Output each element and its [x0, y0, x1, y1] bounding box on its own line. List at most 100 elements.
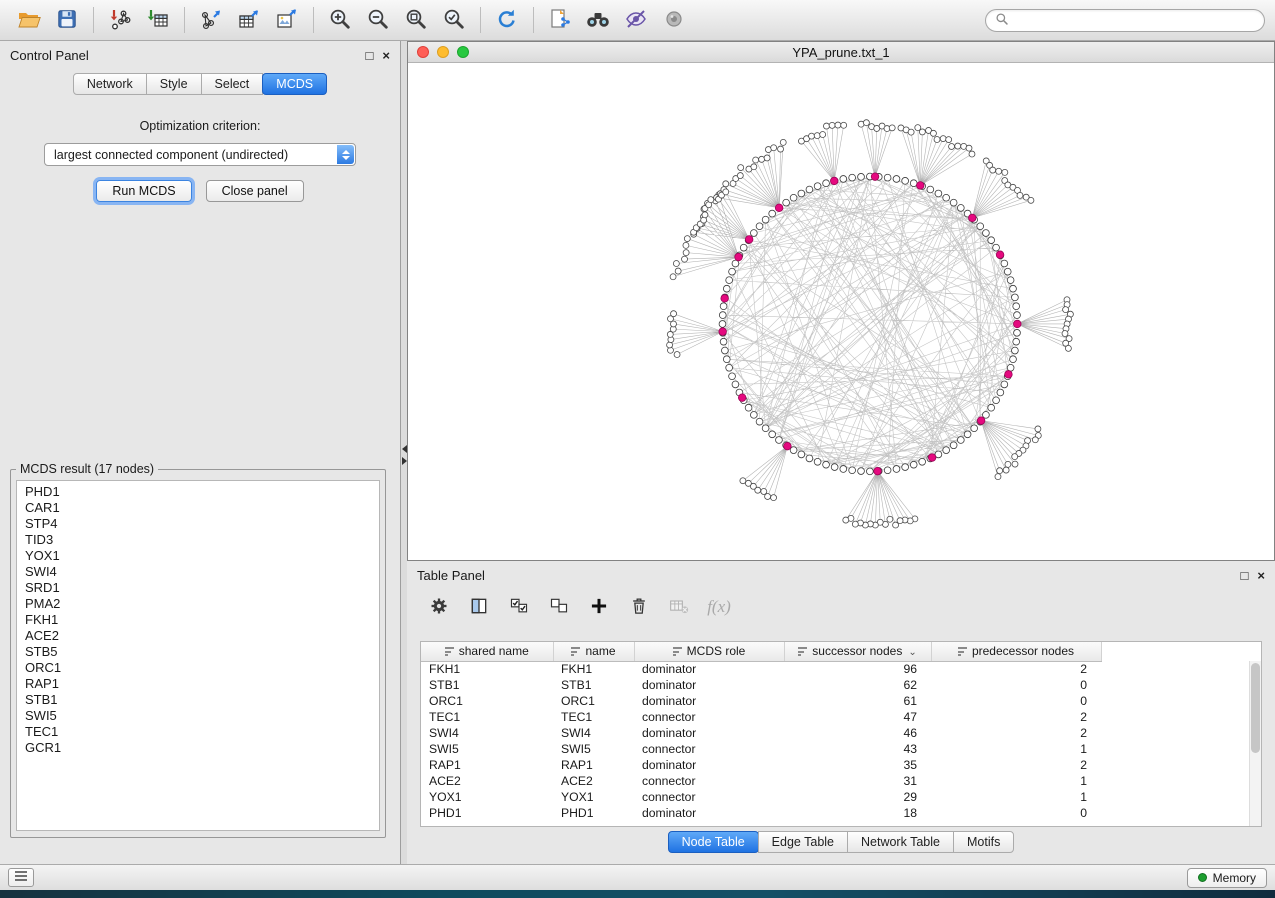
collapse-left-icon[interactable]	[402, 445, 407, 453]
collapse-right-icon[interactable]	[402, 457, 407, 465]
tab-select[interactable]: Select	[201, 73, 264, 95]
save-session-button[interactable]	[48, 4, 86, 36]
col-header-MCDS-role[interactable]: MCDS role	[634, 642, 784, 661]
table-row[interactable]: ACE2ACE2connector311	[421, 773, 1101, 789]
import-table-file-button[interactable]	[139, 4, 177, 36]
mcds-result-item[interactable]: STB5	[25, 644, 379, 660]
mcds-result-item[interactable]: SWI5	[25, 708, 379, 724]
table-cell: dominator	[634, 757, 784, 773]
mcds-result-list-box[interactable]: PHD1CAR1STP4TID3YOX1SWI4SRD1PMA2FKH1ACE2…	[16, 480, 380, 831]
search-network-button[interactable]	[579, 4, 617, 36]
col-header-shared-name[interactable]: shared name	[421, 642, 553, 661]
share-document-button[interactable]	[541, 4, 579, 36]
table-cell: 0	[931, 805, 1101, 821]
delete-column-button[interactable]	[623, 593, 655, 621]
main-toolbar	[0, 0, 1275, 41]
task-history-button[interactable]	[8, 868, 34, 887]
table-cell: dominator	[634, 805, 784, 821]
table-tab-network-table[interactable]: Network Table	[847, 831, 954, 853]
mcds-result-item[interactable]: ACE2	[25, 628, 379, 644]
tab-style[interactable]: Style	[146, 73, 202, 95]
zoom-selected-button[interactable]	[435, 4, 473, 36]
delete-table-button-disabled[interactable]	[663, 593, 695, 621]
zoom-in-button[interactable]	[321, 4, 359, 36]
close-table-panel-icon[interactable]: ×	[1257, 569, 1265, 582]
criterion-select[interactable]: largest connected component (undirected)	[44, 143, 356, 166]
mcds-result-item[interactable]: FKH1	[25, 612, 379, 628]
function-builder-button[interactable]: f(x)	[703, 593, 735, 621]
minimize-window-icon[interactable]	[437, 46, 449, 58]
table-row[interactable]: PHD1PHD1dominator180	[421, 805, 1101, 821]
table-cell: dominator	[634, 661, 784, 677]
zoom-out-icon	[366, 7, 390, 34]
select-stepper-icon[interactable]	[337, 145, 354, 164]
column-label: name	[585, 644, 615, 658]
close-panel-button[interactable]: Close panel	[206, 180, 304, 202]
search-box[interactable]	[985, 9, 1265, 32]
table-row[interactable]: SWI5SWI5connector431	[421, 741, 1101, 757]
network-window-titlebar[interactable]: YPA_prune.txt_1	[408, 42, 1274, 63]
close-panel-icon[interactable]: ×	[382, 49, 390, 62]
mcds-result-item[interactable]: SWI4	[25, 564, 379, 580]
table-settings-button[interactable]	[423, 593, 455, 621]
table-row[interactable]: FKH1FKH1dominator962	[421, 661, 1101, 677]
close-window-icon[interactable]	[417, 46, 429, 58]
new-table-button[interactable]	[230, 4, 268, 36]
show-all-button[interactable]	[655, 4, 693, 36]
mcds-result-item[interactable]: PMA2	[25, 596, 379, 612]
table-cell: ACE2	[421, 773, 553, 789]
zoom-out-button[interactable]	[359, 4, 397, 36]
mcds-result-item[interactable]: TEC1	[25, 724, 379, 740]
float-panel-icon[interactable]: □	[366, 49, 374, 62]
table-tab-edge-table[interactable]: Edge Table	[758, 831, 848, 853]
table-row[interactable]: YOX1YOX1connector291	[421, 789, 1101, 805]
mcds-result-item[interactable]: TID3	[25, 532, 379, 548]
table-cell: 2	[931, 709, 1101, 725]
col-header-name[interactable]: name	[553, 642, 634, 661]
table-row[interactable]: STB1STB1dominator620	[421, 677, 1101, 693]
node-table-container: shared name name MCDS rolesuccessor nodes⌄…	[420, 641, 1262, 827]
float-table-panel-icon[interactable]: □	[1241, 569, 1249, 582]
import-network-file-button[interactable]	[101, 4, 139, 36]
run-mcds-button[interactable]: Run MCDS	[96, 180, 191, 202]
table-tab-node-table[interactable]: Node Table	[668, 831, 759, 853]
table-cell: STB1	[553, 677, 634, 693]
mcds-result-item[interactable]: STP4	[25, 516, 379, 532]
zoom-fit-button[interactable]	[397, 4, 435, 36]
show-columns-button[interactable]	[463, 593, 495, 621]
mcds-result-item[interactable]: GCR1	[25, 740, 379, 756]
mcds-result-item[interactable]: STB1	[25, 692, 379, 708]
hide-selected-button[interactable]	[617, 4, 655, 36]
col-header-successor-nodes[interactable]: successor nodes⌄	[784, 642, 931, 661]
select-all-rows-button[interactable]	[503, 593, 535, 621]
refresh-button[interactable]	[488, 4, 526, 36]
table-row[interactable]: ORC1ORC1dominator610	[421, 693, 1101, 709]
table-tab-motifs[interactable]: Motifs	[953, 831, 1014, 853]
export-image-button[interactable]	[268, 4, 306, 36]
create-column-button[interactable]	[583, 593, 615, 621]
col-header-predecessor-nodes[interactable]: predecessor nodes	[931, 642, 1101, 661]
table-row[interactable]: RAP1RAP1dominator352	[421, 757, 1101, 773]
desktop-background-strip	[0, 890, 1275, 898]
maximize-window-icon[interactable]	[457, 46, 469, 58]
scrollbar-thumb[interactable]	[1251, 663, 1260, 753]
mcds-result-item[interactable]: CAR1	[25, 500, 379, 516]
new-network-button[interactable]	[192, 4, 230, 36]
search-input[interactable]	[1015, 12, 1255, 28]
deselect-all-rows-button[interactable]	[543, 593, 575, 621]
mcds-result-item[interactable]: SRD1	[25, 580, 379, 596]
table-row[interactable]: TEC1TEC1connector472	[421, 709, 1101, 725]
table-vertical-scrollbar[interactable]	[1249, 661, 1261, 826]
toolbar-separator	[533, 7, 534, 33]
tab-network[interactable]: Network	[73, 73, 147, 95]
mcds-result-item[interactable]: YOX1	[25, 548, 379, 564]
mcds-result-item[interactable]: RAP1	[25, 676, 379, 692]
open-folder-icon	[17, 7, 41, 34]
tab-mcds[interactable]: MCDS	[262, 73, 327, 95]
open-file-button[interactable]	[10, 4, 48, 36]
network-canvas[interactable]	[408, 63, 1274, 560]
table-row[interactable]: SWI4SWI4dominator462	[421, 725, 1101, 741]
mcds-result-item[interactable]: PHD1	[25, 484, 379, 500]
memory-button[interactable]: Memory	[1187, 868, 1267, 888]
mcds-result-item[interactable]: ORC1	[25, 660, 379, 676]
